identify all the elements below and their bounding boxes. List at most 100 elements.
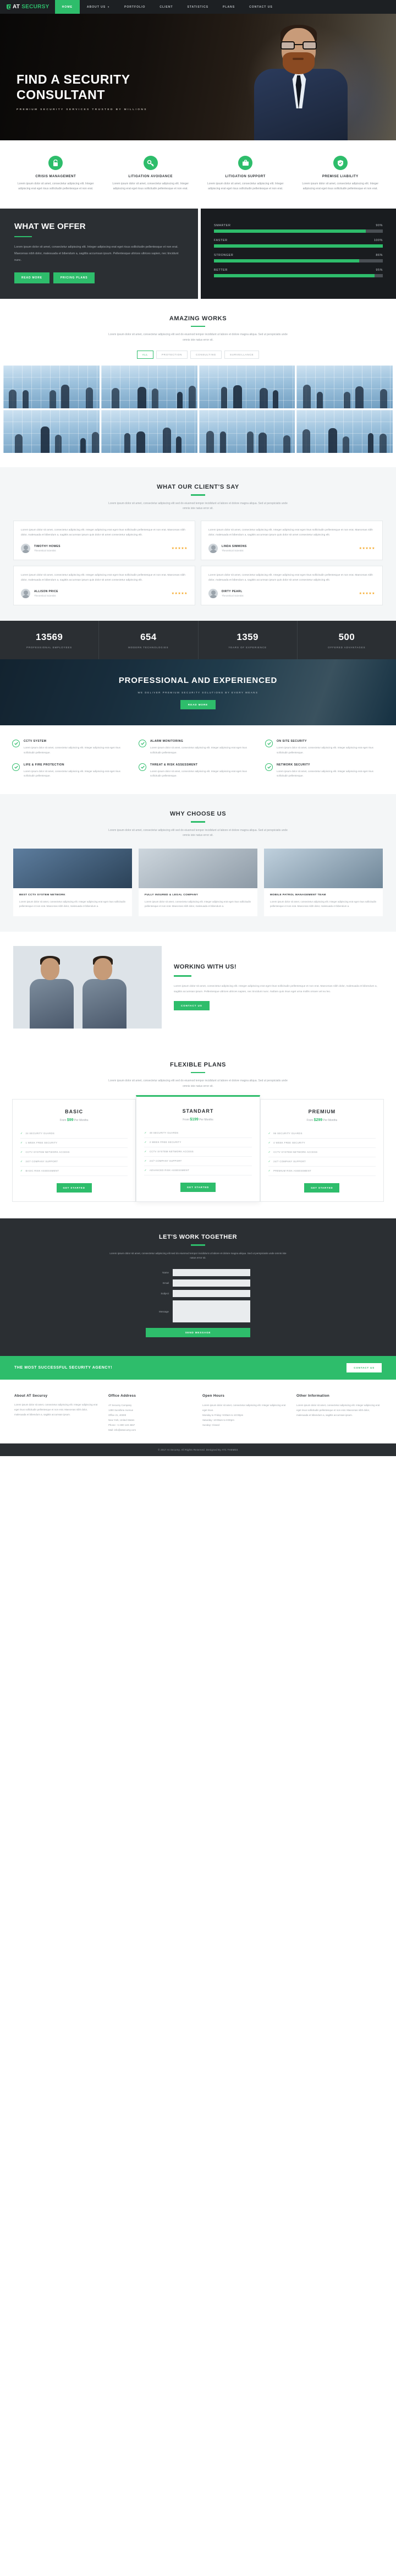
cta-read-more-button[interactable]: READ MORE	[180, 699, 216, 709]
portfolio-filters: ALL PROTECTION CONSULTING SURVEILLANCE	[0, 351, 396, 359]
why-card-desc: Lorem ipsum dolor sit amet, consectetur …	[145, 900, 251, 908]
skill-row-1: FASTER 100%	[214, 239, 383, 248]
portfolio-filter-protection[interactable]: PROTECTION	[156, 351, 188, 359]
plan-feature-label: 24/7 COMPANY SUPPORT	[25, 1160, 58, 1163]
silhouette-figure	[124, 433, 130, 453]
site-logo[interactable]: AT SECURSY	[0, 0, 55, 14]
portfolio-tile-4[interactable]	[296, 365, 393, 409]
plan-card-basic: BASIC From $99 Per Months ✓ 24 SECURITY GUA…	[12, 1099, 136, 1202]
promo-strip: THE MOST SUCCESSFUL SECURITY AGENCY! CON…	[0, 1356, 396, 1380]
skill-label: BETTER	[214, 268, 228, 272]
skill-fill	[214, 274, 375, 277]
price-amount: $299	[314, 1118, 323, 1123]
plan-feature: ✓ 1 WEEK FREE SECURITY	[20, 1139, 128, 1148]
plan-price: From $99 Per Months	[20, 1118, 128, 1122]
price-suffix: Per Months	[198, 1118, 213, 1122]
silhouette-figure	[343, 392, 350, 409]
send-message-button[interactable]: SEND MESSAGE	[146, 1328, 250, 1338]
price-prefix: From	[59, 1119, 67, 1123]
avatar	[21, 543, 30, 553]
why-card-image	[13, 848, 132, 888]
portfolio-filter-consulting[interactable]: CONSULTING	[190, 351, 222, 359]
nav-item-contact-us[interactable]: CONTACT US	[242, 0, 280, 14]
plan-feature-label: 96 SECURITY GUARDS	[273, 1132, 302, 1135]
nav-item-client[interactable]: CLIENT	[152, 0, 180, 14]
portfolio-tile-5[interactable]	[3, 410, 100, 453]
counter-label: YEARS OF EXPERIENCE	[228, 646, 267, 649]
plan-feature-label: 2 WEEK FREE SECURITY	[149, 1141, 182, 1144]
check-icon	[265, 763, 273, 771]
why-choose-us-section: WHY CHOOSE US Lorem ipsum dolor sit amet…	[0, 794, 396, 932]
silhouette-figure	[367, 433, 373, 453]
silhouette-figure	[302, 429, 310, 453]
plan-get-started-button[interactable]: GET STARTED	[180, 1183, 216, 1193]
pricing-plans-button[interactable]: PRICING PLANS	[53, 272, 95, 283]
why-card-image	[139, 848, 257, 888]
plan-get-started-button[interactable]: GET STARTED	[56, 1183, 92, 1193]
portfolio-tile-8[interactable]	[296, 410, 393, 453]
testimonial-author: ALLISON PRICE	[34, 590, 58, 594]
portfolio-tile-1[interactable]	[3, 365, 100, 409]
nav-item-statistics[interactable]: STATISTICS	[180, 0, 216, 14]
nav-item-about-us[interactable]: ABOUT US ▼	[80, 0, 117, 14]
portfolio-filter-all[interactable]: ALL	[136, 351, 154, 359]
skill-value: 100%	[373, 238, 383, 242]
plan-feature-label: CCTV SYSTEM NETWORK ACCESS	[25, 1151, 70, 1154]
silhouette-figure	[206, 431, 215, 453]
price-suffix: Per Months	[73, 1119, 89, 1123]
promo-contact-button[interactable]: CONTACT US	[346, 1363, 382, 1373]
plan-get-started-button[interactable]: GET STARTED	[304, 1183, 340, 1193]
service-title: LITIGATION SUPPORT	[225, 175, 266, 178]
plan-feature: ✓ 2 WEEK FREE SECURITY	[144, 1138, 252, 1148]
plan-name: STANDART	[182, 1108, 214, 1114]
subject-input[interactable]	[173, 1290, 250, 1298]
check-icon	[139, 763, 146, 771]
price-amount: $199	[190, 1118, 199, 1122]
why-card-title: BEST CCTV SYSTEM NETWORK	[19, 893, 65, 896]
footer-other-title: Other Information	[296, 1394, 329, 1398]
portfolio-tile-7[interactable]	[199, 410, 295, 453]
testimonial-card-3: Lorem ipsum dolor sit amet, consectetur …	[201, 565, 383, 606]
nav-item-label: HOME	[62, 5, 73, 9]
contact-title: LET'S WORK TOGETHER	[158, 1234, 238, 1241]
silhouette-figure	[14, 434, 23, 453]
cta-subtitle: WE DELIVER PREMIUM SECURITY SOLUTIONS BY…	[138, 691, 258, 694]
email-input[interactable]	[173, 1279, 250, 1287]
plan-feature-label: PREMIUM RISK ASSESSMENT	[273, 1169, 311, 1173]
check-icon: ✓	[268, 1151, 271, 1155]
portfolio-filter-surveillance[interactable]: SURVEILLANCE	[224, 351, 260, 359]
message-textarea[interactable]	[173, 1300, 250, 1323]
form-label-subject: Subject	[161, 1292, 169, 1295]
feature-item-1: ALARM MONITORING Lorem ipsum dolor sit am…	[139, 740, 257, 756]
silhouette-figure	[136, 431, 146, 453]
feature-title: ON SITE SECURITY	[277, 740, 307, 743]
counter-0: 13569 PROFESSIONAL EMPLOYEES	[0, 621, 100, 660]
name-input[interactable]	[173, 1269, 250, 1277]
nav-item-home[interactable]: HOME	[54, 0, 80, 14]
counter-number: 1359	[237, 632, 258, 643]
offer-title: WHAT WE OFFER	[14, 221, 86, 231]
nav-item-portfolio[interactable]: PORTFOLIO	[117, 0, 152, 14]
portfolio-tile-3[interactable]	[199, 365, 295, 409]
service-card-2: LITIGATION SUPPORT Lorem ipsum dolor sit …	[201, 156, 290, 192]
skill-bars-panel: SMARTER 90% FASTER 100% STRONGER 86% BETTER 95%	[201, 208, 396, 299]
check-icon: ✓	[268, 1169, 271, 1173]
portfolio-tile-2[interactable]	[101, 365, 197, 409]
footer-other-column: Other Information Lorem ipsum dolor sit …	[296, 1394, 382, 1432]
avatar	[208, 589, 218, 599]
work-contact-button[interactable]: CONTACT US	[174, 1001, 210, 1011]
skill-fill	[214, 259, 360, 262]
plan-feature-list: ✓ 24 SECURITY GUARDS ✓ 1 WEEK FREE SECURITY…	[20, 1129, 128, 1177]
check-icon: ✓	[268, 1132, 271, 1136]
rating-stars: ★★★★★	[171, 546, 188, 550]
nav-item-plans[interactable]: PLANS	[216, 0, 242, 14]
service-card-0: CRISIS MANAGEMENT Lorem ipsum dolor sit a…	[11, 156, 101, 192]
check-icon	[12, 763, 20, 771]
plans-rule	[191, 1071, 205, 1074]
read-more-button[interactable]: READ MORE	[14, 272, 50, 283]
silhouette-figure	[328, 428, 337, 453]
portfolio-tile-6[interactable]	[101, 410, 197, 453]
why-card-desc: Lorem ipsum dolor sit amet, consectetur …	[19, 900, 126, 908]
testimonial-quote: Lorem ipsum dolor sit amet, consectetur …	[208, 573, 373, 582]
chevron-down-icon: ▼	[107, 6, 110, 8]
